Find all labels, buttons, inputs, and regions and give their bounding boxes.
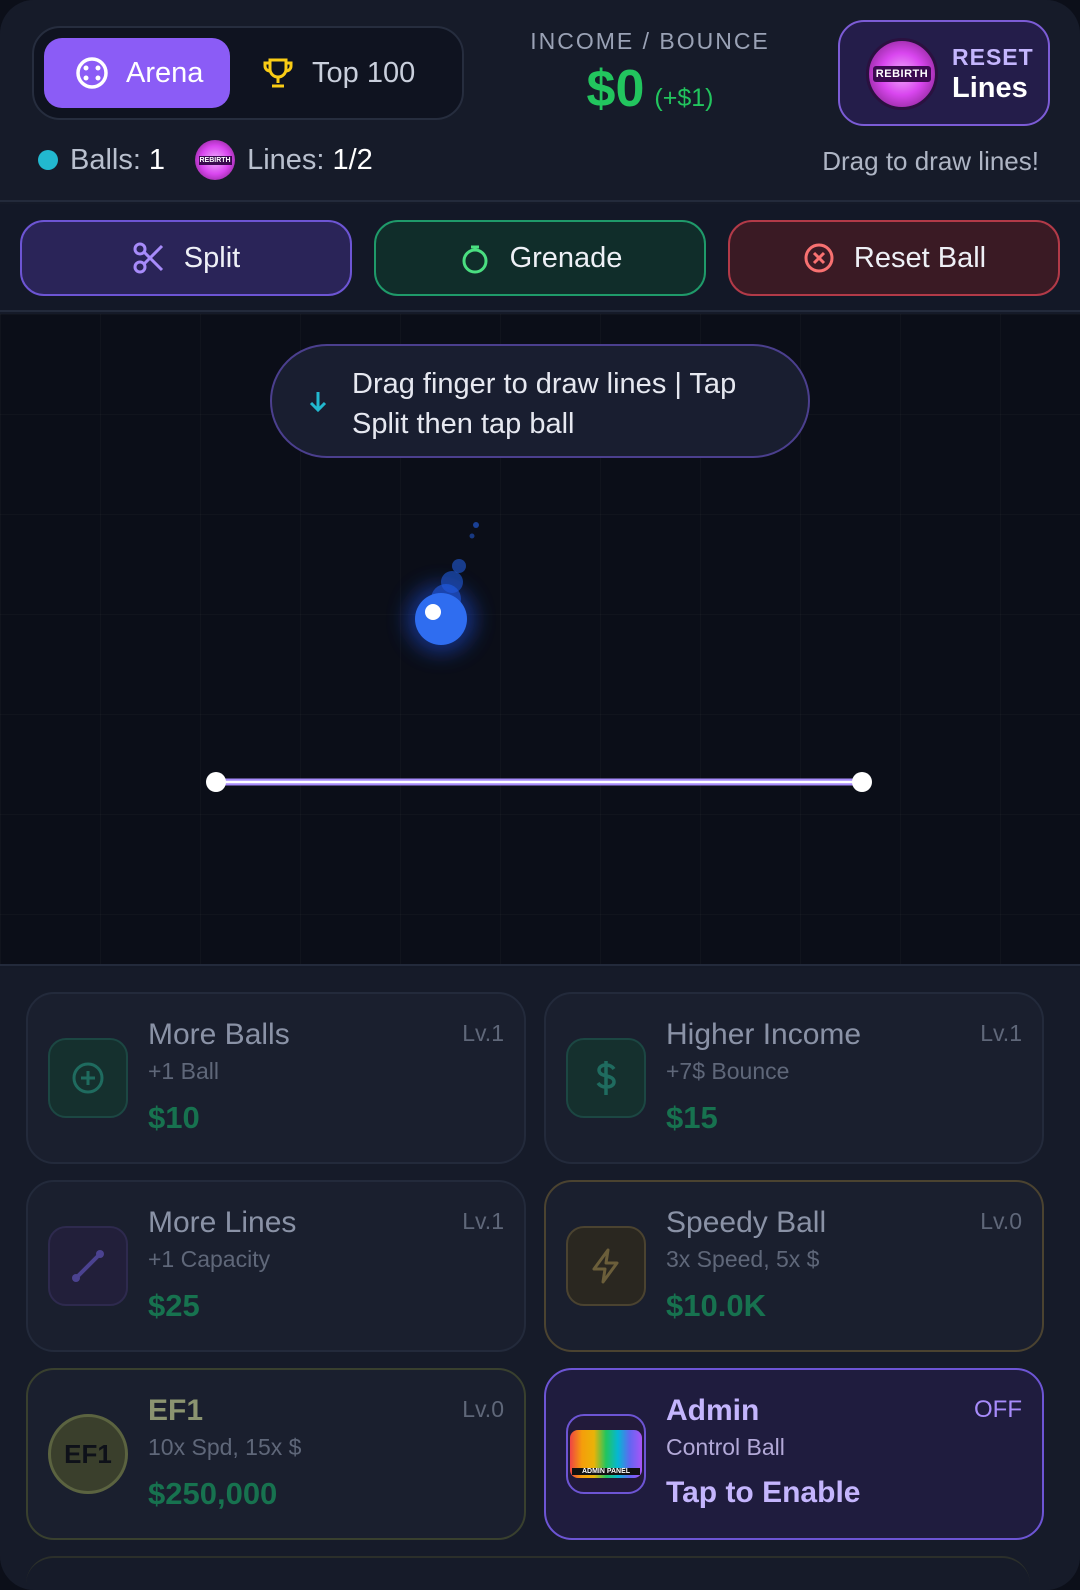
upgrade-card-higher-income[interactable]: Higher Income +7$ Bounce $15 Lv.1 [544, 992, 1044, 1164]
upgrade-card-more-lines[interactable]: More Lines +1 Capacity $25 Lv.1 [26, 1180, 526, 1352]
ball[interactable] [407, 585, 475, 653]
arrow-down-icon [309, 392, 327, 413]
upgrade-desc: Control Ball [666, 1434, 785, 1460]
line-endpoint-end [852, 772, 872, 792]
instruction-text: Drag finger to draw lines | Tap Split th… [352, 368, 737, 440]
balls-count: 1 [148, 143, 166, 176]
upgrade-desc: 10x Spd, 15x $ [148, 1434, 302, 1460]
close-circle-icon [802, 241, 836, 275]
rebirth-lines-icon: REBIRTH [195, 140, 236, 180]
grenade-icon [458, 241, 492, 275]
upgrade-title: More Balls [148, 1018, 290, 1051]
header: Arena Top 100 INCOME / BOUNCE $0 (+$1) R… [0, 0, 1080, 202]
action-bar: Split Grenade Reset Ball [0, 204, 1080, 312]
tab-top-100-label: Top 100 [312, 56, 416, 89]
split-button[interactable]: Split [20, 220, 352, 296]
lines-count: 1/2 [332, 143, 373, 176]
ef1-coin-icon: EF1 [48, 1414, 128, 1494]
income-delta: (+$1) [654, 84, 714, 112]
upgrade-desc: +7$ Bounce [666, 1058, 790, 1084]
upgrade-level: Lv.1 [462, 1208, 504, 1234]
stats-row: Balls: 1 REBIRTH Lines: 1/2 [38, 140, 373, 180]
upgrade-desc: +1 Ball [148, 1058, 219, 1084]
upgrade-price: $250,000 [148, 1476, 278, 1511]
upgrade-level: Lv.0 [462, 1396, 504, 1422]
tab-top-100[interactable]: Top 100 [256, 38, 456, 108]
lines-label: Lines: [247, 143, 325, 176]
income-display: INCOME / BOUNCE $0 (+$1) [500, 28, 800, 119]
lightning-icon [566, 1226, 646, 1306]
upgrades-panel: More Balls +1 Ball $10 Lv.1 Higher Incom… [0, 968, 1080, 1590]
upgrade-price: $10.0K [666, 1288, 766, 1323]
upgrade-price: $10 [148, 1100, 200, 1135]
tab-arena-label: Arena [126, 56, 204, 89]
upgrade-level: Lv.1 [462, 1020, 504, 1046]
target-icon [74, 55, 110, 91]
split-label: Split [183, 241, 241, 274]
upgrade-price: $25 [148, 1288, 200, 1323]
ball-dot-icon [38, 150, 58, 170]
upgrade-card-more-balls[interactable]: More Balls +1 Ball $10 Lv.1 [26, 992, 526, 1164]
instruction-banner: Drag finger to draw lines | Tap Split th… [270, 344, 810, 458]
reset-ball-label: Reset Ball [853, 241, 987, 274]
upgrade-desc: 3x Speed, 5x $ [666, 1246, 820, 1272]
plus-circle-icon [48, 1038, 128, 1118]
upgrade-card-speedy-ball[interactable]: Speedy Ball 3x Speed, 5x $ $10.0K Lv.0 [544, 1180, 1044, 1352]
scissors-icon [132, 241, 166, 275]
grenade-label: Grenade [509, 241, 623, 274]
income-label: INCOME / BOUNCE [530, 28, 770, 54]
grenade-button[interactable]: Grenade [374, 220, 706, 296]
reset-lines-label: Lines [952, 72, 1028, 104]
drawn-line[interactable] [206, 772, 872, 792]
reset-lines-button[interactable]: REBIRTH RESET Lines [838, 20, 1050, 126]
upgrade-level: Lv.0 [980, 1208, 1022, 1234]
admin-panel-icon: ADMIN PANEL [566, 1414, 646, 1494]
dollar-icon [566, 1038, 646, 1118]
balls-label: Balls: [70, 143, 141, 176]
upgrade-title: Speedy Ball [666, 1206, 827, 1239]
line-icon [48, 1226, 128, 1306]
admin-status: OFF [974, 1396, 1022, 1423]
upgrade-desc: +1 Capacity [148, 1246, 271, 1272]
reset-ball-button[interactable]: Reset Ball [728, 220, 1060, 296]
upgrade-title: More Lines [148, 1206, 297, 1239]
admin-enable-button[interactable]: Tap to Enable [666, 1476, 860, 1510]
upgrade-title: Higher Income [666, 1018, 862, 1051]
tab-arena[interactable]: Arena [44, 38, 230, 108]
nav-tabs: Arena Top 100 [32, 26, 464, 120]
game-app: Arena Top 100 INCOME / BOUNCE $0 (+$1) R… [0, 0, 1080, 1590]
income-value: $0 [586, 60, 645, 118]
reset-label: RESET [952, 44, 1034, 70]
upgrade-price: $15 [666, 1100, 718, 1135]
draw-hint: Drag to draw lines! [822, 146, 1039, 176]
next-upgrade-card-edge [26, 1556, 1030, 1586]
line-endpoint-start [206, 772, 226, 792]
upgrade-card-ef1[interactable]: EF1 EF1 10x Spd, 15x $ $250,000 Lv.0 [26, 1368, 526, 1540]
upgrade-card-admin[interactable]: ADMIN PANEL Admin Control Ball Tap to En… [544, 1368, 1044, 1540]
trophy-icon [260, 55, 296, 91]
rebirth-icon: REBIRTH [866, 38, 938, 110]
upgrade-title: Admin [666, 1394, 760, 1427]
game-arena[interactable]: Drag finger to draw lines | Tap Split th… [0, 314, 1080, 966]
upgrade-level: Lv.1 [980, 1020, 1022, 1046]
upgrade-title: EF1 [148, 1394, 204, 1427]
